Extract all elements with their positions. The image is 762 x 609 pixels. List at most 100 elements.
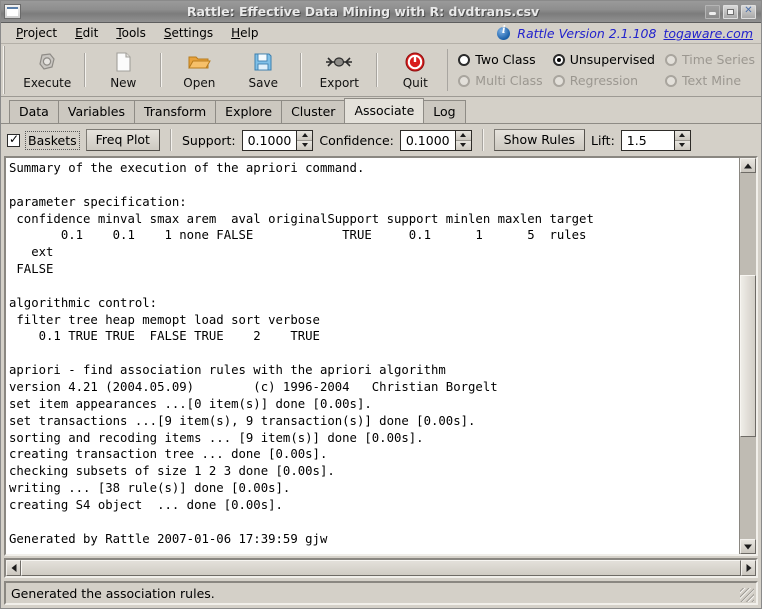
support-spinner-arrows [296,130,313,150]
baskets-checkbox[interactable]: Baskets [7,130,80,150]
open-folder-icon [187,50,212,74]
export-button[interactable]: Export [307,50,371,90]
horizontal-scrollbar[interactable] [4,558,758,578]
freq-plot-button[interactable]: Freq Plot [85,129,160,151]
confidence-label: Confidence: [319,132,394,148]
spinner-up-icon[interactable] [297,130,313,141]
menu-edit[interactable]: Edit [66,24,107,42]
spinner-down-icon[interactable] [455,140,471,150]
spinner-down-icon[interactable] [674,140,690,150]
new-label: New [110,76,137,90]
save-disk-icon [252,50,274,74]
support-spinner[interactable]: 0.1000 [241,129,314,151]
menu-bar: Project Edit Tools Settings Help Rattle … [1,23,761,44]
checkbox-box [7,132,20,147]
version-text: Rattle Version 2.1.108 [517,25,657,41]
title-bar: Rattle: Effective Data Mining with R: dv… [1,1,761,23]
radio-dot-selected [552,53,565,66]
baskets-label: Baskets [25,130,80,150]
info-icon [497,25,511,40]
minimize-icon[interactable] [705,4,720,19]
tab-strip: Data Variables Transform Explore Cluster… [1,97,761,124]
toolbar-separator [300,53,303,87]
spinner-up-icon[interactable] [455,130,471,141]
new-document-icon [112,50,134,74]
show-rules-button[interactable]: Show Rules [493,129,586,151]
confidence-value[interactable]: 0.1000 [400,130,455,150]
togaware-link[interactable]: togaware.com [663,26,753,41]
status-message: Generated the association rules. [11,585,215,601]
tab-transform-label: Transform [143,104,207,119]
vertical-scrollbar[interactable] [739,158,756,554]
options-bar: Baskets Freq Plot Support: 0.1000 Confid… [1,124,761,156]
tab-transform[interactable]: Transform [133,100,217,123]
menu-help-rest: elp [240,26,259,40]
options-separator [169,129,172,151]
status-bar: Generated the association rules. [4,581,758,605]
output-text: Summary of the execution of the apriori … [9,161,594,546]
window-controls [705,4,758,19]
tab-cluster[interactable]: Cluster [281,100,346,123]
radio-dot [664,74,677,87]
execute-button[interactable]: Execute [15,50,79,90]
scroll-up-icon[interactable] [740,158,756,173]
save-button[interactable]: Save [231,50,295,90]
lift-value[interactable]: 1.5 [621,130,674,150]
open-label: Open [183,76,216,90]
save-label: Save [248,76,279,90]
radio-dot [458,53,471,66]
open-button[interactable]: Open [167,50,231,90]
lift-spinner-arrows [673,130,690,150]
radio-regression: Regression [552,73,655,88]
spinner-down-icon[interactable] [297,140,313,150]
toolbar-row: Execute New Open Save Export Quit Two Cl… [1,44,761,97]
radio-unsupervised[interactable]: Unsupervised [552,52,655,67]
support-value[interactable]: 0.1000 [242,130,297,150]
menu-settings[interactable]: Settings [155,24,222,42]
menu-tools-rest: ools [121,26,146,40]
tab-associate[interactable]: Associate [344,98,425,123]
tab-cluster-label: Cluster [291,104,336,119]
horizontal-scroll-thumb[interactable] [21,560,741,576]
scroll-down-icon[interactable] [740,539,756,554]
vertical-scroll-thumb[interactable] [740,275,756,437]
radio-text-mine: Text Mine [664,73,755,88]
menu-tools[interactable]: Tools [107,24,155,42]
tab-data-label: Data [19,104,49,119]
lift-spinner[interactable]: 1.5 [620,129,691,151]
maximize-icon[interactable] [723,4,738,19]
vertical-scroll-track[interactable] [740,173,756,539]
export-icon [324,50,354,74]
output-pane: Summary of the execution of the apriori … [4,156,758,556]
scroll-left-icon[interactable] [6,560,21,576]
output-text-area[interactable]: Summary of the execution of the apriori … [6,158,739,554]
tab-log[interactable]: Log [423,100,466,123]
window-title: Rattle: Effective Data Mining with R: dv… [186,4,540,19]
tab-explore-label: Explore [225,104,273,119]
mode-radio-panel: Two Class Unsupervised Time Series Multi… [447,44,761,96]
spinner-up-icon[interactable] [674,130,690,141]
radio-two-class[interactable]: Two Class [458,52,542,67]
toolbar-separator [376,53,379,87]
close-icon[interactable] [741,4,756,19]
execute-label: Execute [23,76,72,90]
scroll-right-icon[interactable] [741,560,756,576]
tab-associate-label: Associate [354,103,415,118]
menu-help[interactable]: Help [222,24,267,42]
resize-grip-icon[interactable] [740,588,754,602]
lift-label: Lift: [591,132,615,148]
radio-time-series: Time Series [664,52,755,67]
quit-button[interactable]: Quit [383,50,447,90]
window-menu-icon[interactable] [4,4,21,19]
menu-project[interactable]: Project [7,24,66,42]
radio-dot [458,74,471,87]
confidence-spinner-arrows [454,130,471,150]
tab-log-label: Log [433,104,456,119]
tab-explore[interactable]: Explore [215,100,283,123]
tab-data[interactable]: Data [9,100,59,123]
confidence-spinner[interactable]: 0.1000 [399,129,472,151]
tab-variables[interactable]: Variables [57,100,135,123]
menu-settings-rest: ettings [171,26,214,40]
radio-time-series-label: Time Series [681,52,755,67]
new-button[interactable]: New [91,50,155,90]
